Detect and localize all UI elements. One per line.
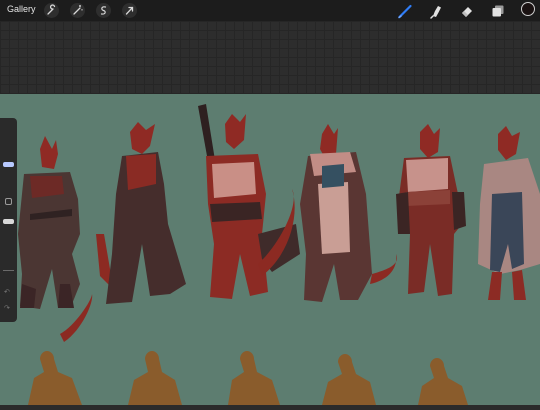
brush-icon[interactable] [397,3,413,19]
opacity-slider[interactable] [3,219,14,224]
brush-sidebar: ↶ ↷ [0,118,17,322]
top-toolbar: Gallery [0,0,540,21]
artwork [18,104,540,405]
character-figure [300,124,397,302]
character-figure [198,104,300,299]
modify-button[interactable] [5,198,12,205]
character-figure [478,126,540,300]
drawing-canvas[interactable] [0,94,540,405]
wrench-icon[interactable] [44,3,59,18]
selection-icon[interactable] [96,3,111,18]
eraser-icon[interactable] [459,3,475,19]
color-picker-button[interactable] [521,2,535,16]
character-figure [396,124,466,296]
character-figure [96,122,186,304]
workspace-background [0,21,540,94]
brush-size-slider[interactable] [3,162,14,167]
layers-icon[interactable] [490,3,506,19]
sketch-figure-row [28,351,468,405]
gallery-button[interactable]: Gallery [7,4,36,14]
magic-wand-icon[interactable] [70,3,85,18]
redo-icon[interactable]: ↷ [4,304,10,312]
sidebar-divider [3,270,14,271]
transform-arrow-icon[interactable] [122,3,137,18]
character-figure [18,136,93,342]
undo-icon[interactable]: ↶ [4,288,10,296]
smudge-icon[interactable] [428,3,444,19]
